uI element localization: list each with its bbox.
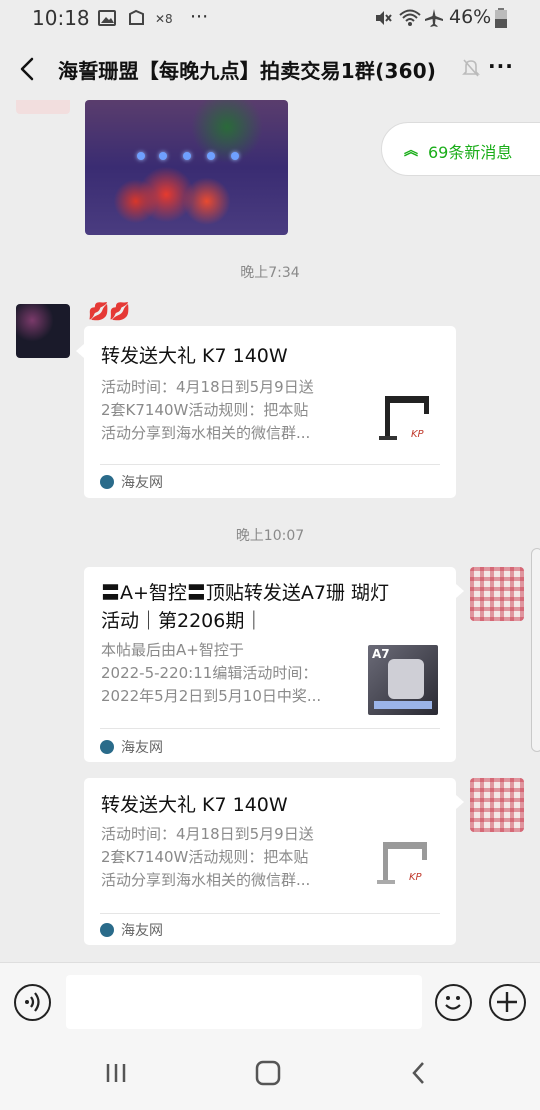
emoji-button[interactable]	[435, 984, 472, 1021]
avatar[interactable]	[470, 567, 524, 621]
timestamp: 晚上10:07	[235, 528, 305, 544]
card-title: 转发送大礼 K7 140W	[101, 345, 288, 367]
card-source: 海友网	[100, 737, 163, 757]
voice-button[interactable]	[14, 984, 51, 1021]
more-notifications-icon: ···	[190, 6, 209, 28]
emoji-icon	[445, 996, 461, 1010]
battery-icon	[495, 8, 507, 28]
bell-off-icon	[462, 59, 480, 77]
divider	[100, 913, 440, 914]
battery-percent: 46%	[449, 6, 492, 28]
card-title: 〓A+智控〓顶贴转发送A7珊 瑚灯 活动｜第2206期｜	[101, 582, 390, 632]
message-list[interactable]: ︽ 69条新消息 晚上7:34 💋💋 转发送大礼 K7 140W 活动时间：4月…	[0, 100, 540, 962]
mute-icon	[376, 11, 392, 25]
link-card[interactable]: 〓A+智控〓顶贴转发送A7珊 瑚灯 活动｜第2206期｜ 本帖最后由A+智控于 …	[84, 567, 456, 762]
avatar[interactable]	[16, 100, 70, 114]
divider	[100, 728, 440, 729]
voice-icon	[25, 992, 40, 1012]
bubble-tail	[456, 584, 464, 598]
card-description: 活动时间：4月18日到5月9日送 2套K7140W活动规则：把本贴 活动分享到海…	[101, 825, 314, 889]
card-description: 活动时间：4月18日到5月9日送 2套K7140W活动规则：把本贴 活动分享到海…	[101, 378, 314, 442]
new-messages-button[interactable]: ︽ 69条新消息	[381, 122, 540, 176]
airplane-icon	[425, 9, 443, 27]
more-icon[interactable]: ···	[488, 54, 514, 78]
image-message[interactable]	[85, 100, 288, 235]
scroll-handle[interactable]	[531, 548, 540, 752]
message-input[interactable]	[66, 975, 422, 1029]
card-source: 海友网	[100, 920, 163, 940]
svg-text:✕8: ✕8	[155, 12, 173, 26]
card-description: 本帖最后由A+智控于 2022-5-220:11编辑活动时间： 2022年5月2…	[101, 641, 322, 705]
avatar[interactable]	[16, 304, 70, 358]
chat-header: 海誓珊盟【每晚九点】拍卖交易1群(360) ···	[0, 38, 540, 100]
svg-text:KP: KP	[411, 429, 425, 440]
source-logo-icon	[100, 923, 114, 937]
bubble-tail	[76, 344, 84, 358]
sender-nickname: 💋💋	[88, 302, 131, 322]
chat-title: 海誓珊盟【每晚九点】拍卖交易1群(360)	[58, 59, 437, 83]
screenshot-icon	[129, 9, 144, 25]
gallery-icon	[98, 10, 116, 26]
status-bar: 10:18 ✕8 ··· 46%	[0, 0, 540, 38]
back-icon[interactable]	[14, 52, 44, 86]
card-title: 转发送大礼 K7 140W	[101, 794, 288, 816]
source-logo-icon	[100, 740, 114, 754]
wifi-icon	[399, 9, 421, 26]
nav-back-icon[interactable]	[407, 1060, 433, 1086]
card-source: 海友网	[100, 472, 163, 492]
bubble-tail	[456, 795, 464, 809]
data-saver-icon: ✕8	[155, 12, 173, 26]
system-nav-bar	[0, 1040, 540, 1110]
new-messages-label: 69条新消息	[428, 143, 513, 162]
link-card[interactable]: 转发送大礼 K7 140W 活动时间：4月18日到5月9日送 2套K7140W活…	[84, 326, 456, 498]
svg-text:KP: KP	[409, 872, 423, 883]
product-thumbnail: KP	[371, 384, 441, 454]
avatar[interactable]	[470, 778, 524, 832]
timestamp: 晚上7:34	[240, 265, 300, 281]
more-actions-button[interactable]	[489, 984, 526, 1021]
input-bar	[0, 962, 540, 1040]
product-thumbnail: A7	[368, 645, 438, 715]
double-chevron-up-icon: ︽	[404, 143, 418, 159]
product-thumbnail: KP	[371, 830, 441, 900]
recent-apps-icon[interactable]	[104, 1060, 130, 1086]
source-logo-icon	[100, 475, 114, 489]
divider	[100, 464, 440, 465]
link-card[interactable]: 转发送大礼 K7 140W 活动时间：4月18日到5月9日送 2套K7140W活…	[84, 778, 456, 945]
status-time: 10:18	[32, 6, 90, 30]
home-icon[interactable]	[255, 1060, 281, 1086]
plus-icon	[497, 992, 517, 1012]
